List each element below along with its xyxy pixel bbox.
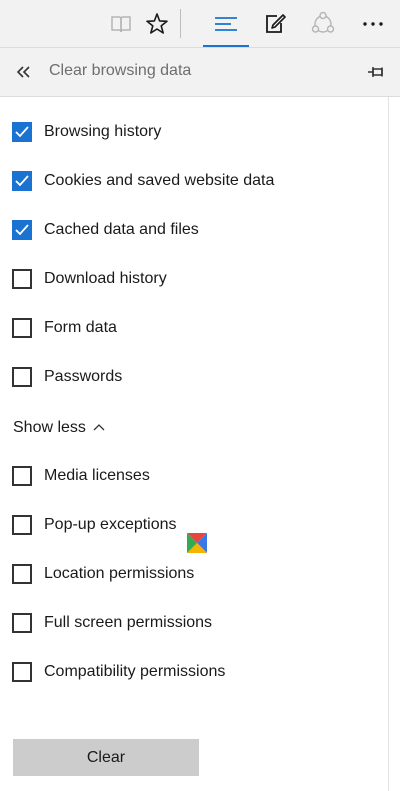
option-passwords[interactable]: Passwords [12, 364, 122, 390]
panel-title: Clear browsing data [49, 62, 192, 79]
checkbox-location-permissions[interactable] [12, 564, 32, 584]
cursor-icon [187, 533, 207, 553]
favorites-button[interactable] [134, 0, 180, 47]
checkmark-icon [15, 224, 29, 236]
chevron-up-icon [93, 424, 105, 431]
option-label: Browsing history [44, 123, 162, 140]
option-label: Location permissions [44, 565, 195, 582]
checkbox-compatibility-permissions[interactable] [12, 662, 32, 682]
web-note-icon [266, 13, 286, 33]
checkbox-cookies[interactable] [12, 171, 32, 191]
option-label: Cookies and saved website data [44, 172, 275, 189]
option-label: Compatibility permissions [44, 663, 226, 680]
option-cached-data[interactable]: Cached data and files [12, 217, 199, 243]
reading-view-icon [111, 15, 131, 32]
hub-button[interactable] [203, 0, 249, 47]
option-label: Passwords [44, 368, 123, 385]
checkbox-media-licenses[interactable] [12, 466, 32, 486]
panel-scrollbar[interactable] [388, 97, 400, 791]
web-note-button[interactable] [252, 0, 298, 47]
checkbox-download-history[interactable] [12, 269, 32, 289]
checkmark-icon [15, 175, 29, 187]
option-label: Cached data and files [44, 221, 199, 238]
checkbox-passwords[interactable] [12, 367, 32, 387]
option-form-data[interactable]: Form data [12, 315, 117, 341]
hub-icon [215, 16, 237, 31]
option-popup-exceptions[interactable]: Pop-up exceptions [12, 512, 177, 538]
show-less-label: Show less [13, 419, 86, 436]
option-label: Full screen permissions [44, 614, 213, 631]
checkbox-popup-exceptions[interactable] [12, 515, 32, 535]
browser-toolbar [0, 0, 400, 48]
more-icon [363, 21, 383, 26]
checkbox-form-data[interactable] [12, 318, 32, 338]
option-browsing-history[interactable]: Browsing history [12, 119, 161, 145]
more-button[interactable] [350, 0, 396, 47]
option-cookies[interactable]: Cookies and saved website data [12, 168, 274, 194]
checkbox-cached-data[interactable] [12, 220, 32, 240]
checkbox-fullscreen-permissions[interactable] [12, 613, 32, 633]
option-compatibility-permissions[interactable]: Compatibility permissions [12, 659, 225, 685]
hub-active-indicator [203, 45, 249, 47]
checkmark-icon [15, 126, 29, 138]
back-button[interactable] [10, 59, 38, 85]
favorites-star-icon [146, 12, 168, 34]
option-media-licenses[interactable]: Media licenses [12, 463, 150, 489]
option-fullscreen-permissions[interactable]: Full screen permissions [12, 610, 212, 636]
option-label: Media licenses [44, 467, 150, 484]
checkbox-browsing-history[interactable] [12, 122, 32, 142]
double-chevron-left-icon [16, 66, 30, 78]
clear-data-panel: Browsing history Cookies and saved websi… [0, 97, 388, 791]
pin-button[interactable] [364, 60, 390, 84]
share-button[interactable] [300, 0, 346, 47]
clear-button[interactable]: Clear [13, 739, 199, 776]
panel-header: Clear browsing data [0, 48, 400, 97]
option-location-permissions[interactable]: Location permissions [12, 561, 194, 587]
option-label: Download history [44, 270, 167, 287]
option-label: Form data [44, 319, 117, 336]
toolbar-separator [180, 9, 181, 38]
option-label: Pop-up exceptions [44, 516, 177, 533]
option-download-history[interactable]: Download history [12, 266, 167, 292]
show-less-toggle[interactable]: Show less [13, 417, 105, 439]
pin-icon [368, 67, 383, 77]
share-icon [311, 11, 335, 33]
